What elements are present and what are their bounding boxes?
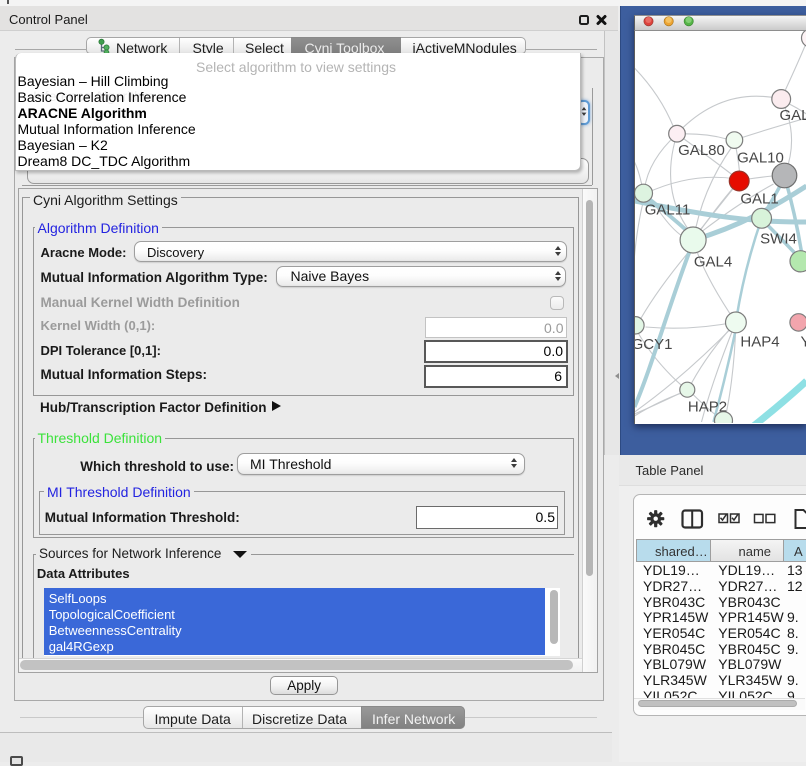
svg-text:GAL11: GAL11 — [644, 202, 690, 219]
svg-text:HAP4: HAP4 — [740, 334, 779, 351]
svg-text:GAL10: GAL10 — [737, 150, 784, 167]
svg-text:GCY1: GCY1 — [635, 336, 672, 353]
svg-text:YJ: YJ — [800, 334, 806, 351]
svg-text:GAL80: GAL80 — [678, 142, 725, 159]
svg-text:GAL1: GAL1 — [740, 191, 778, 208]
svg-text:SWI4: SWI4 — [760, 231, 797, 248]
svg-text:GAL4: GAL4 — [693, 254, 731, 271]
svg-text:GAL2: GAL2 — [779, 107, 806, 124]
svg-text:HAP2: HAP2 — [687, 399, 726, 416]
